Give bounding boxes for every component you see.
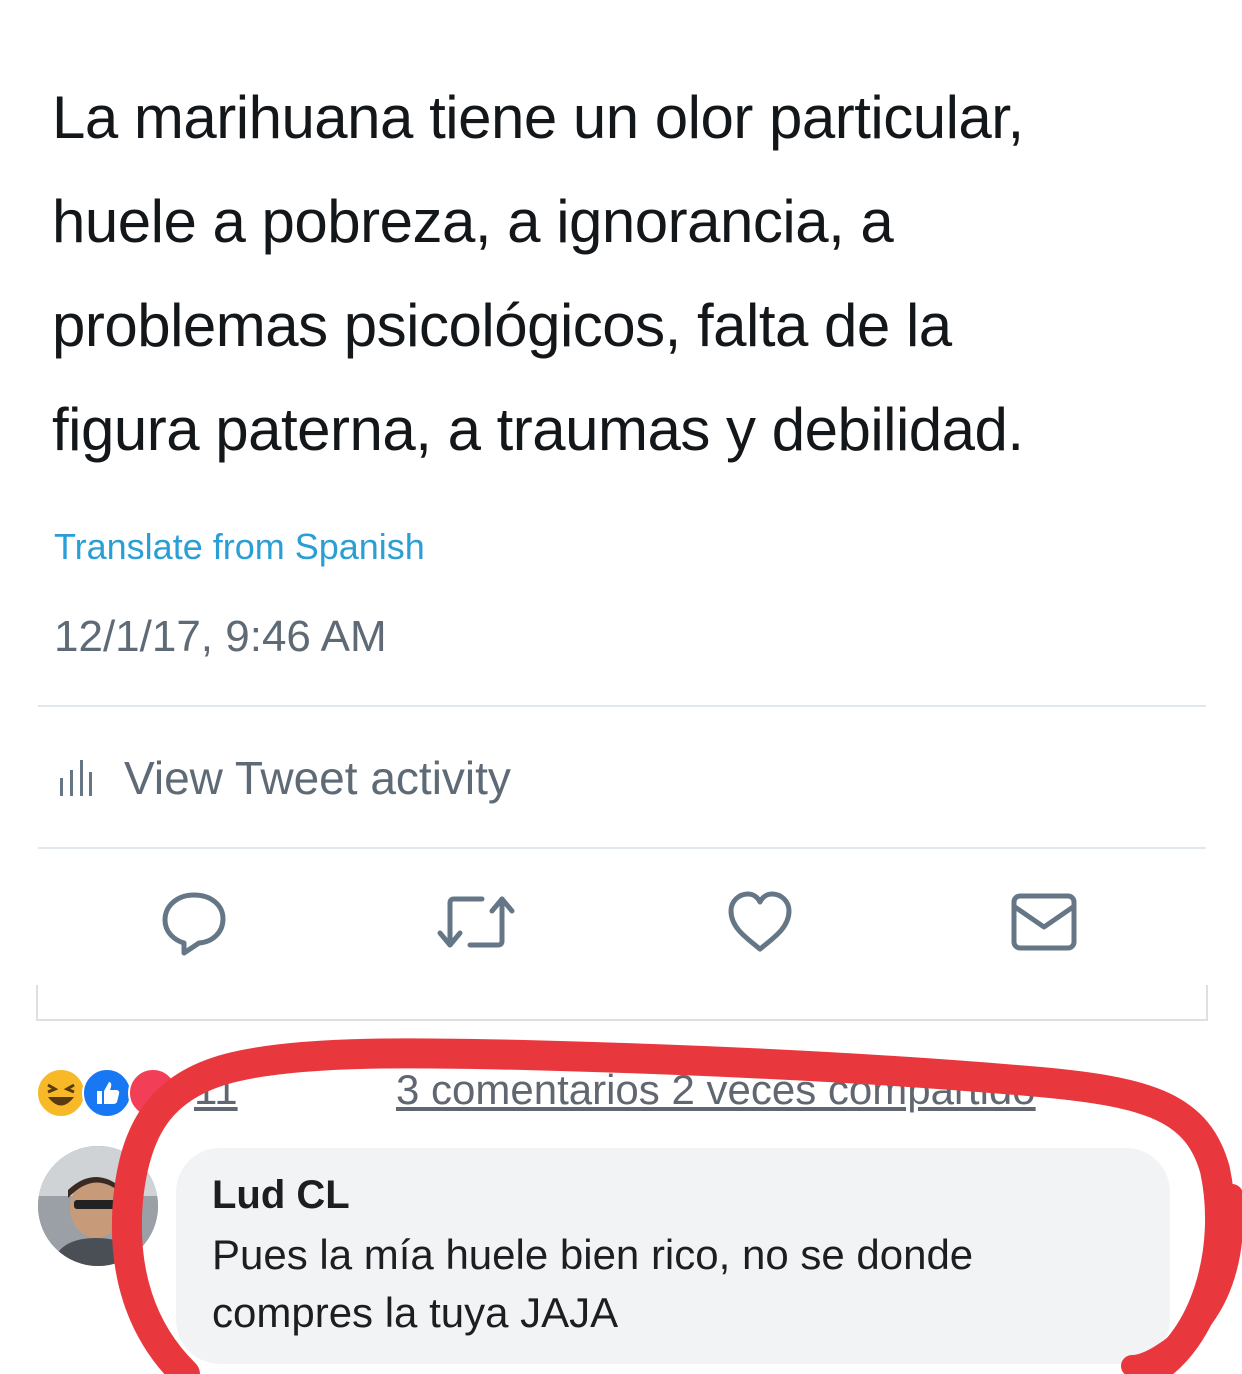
retweet-icon (436, 887, 516, 962)
tweet-text: La marihuana tiene un olor particular, h… (52, 66, 1202, 482)
envelope-icon (1009, 891, 1079, 958)
comment-text: Pues la mía huele bien rico, no se donde… (212, 1226, 1134, 1342)
comment-text-line: Pues la mía huele bien rico, no se donde (212, 1231, 974, 1278)
comments-shares-link[interactable]: 3 comentarios 2 veces compartido (396, 1066, 1036, 1114)
reaction-count[interactable]: 11 (194, 1066, 238, 1114)
tweet-text-line: huele a pobreza, a ignorancia, a (52, 188, 894, 255)
heart-icon (725, 889, 795, 960)
divider (38, 847, 1206, 849)
comment-bubble: Lud CL Pues la mía huele bien rico, no s… (176, 1148, 1170, 1364)
direct-message-button[interactable] (1006, 886, 1082, 962)
comment-author[interactable]: Lud CL (212, 1170, 1134, 1220)
like-button[interactable] (722, 886, 798, 962)
divider (38, 705, 1206, 707)
analytics-bars-icon (58, 758, 94, 798)
retweet-button[interactable] (436, 886, 516, 962)
translate-link[interactable]: Translate from Spanish (54, 526, 425, 568)
like-reaction-icon (82, 1068, 132, 1118)
tweet-text-line: figura paterna, a traumas y debilidad. (52, 396, 1024, 463)
comment-text-line: compres la tuya JAJA (212, 1289, 619, 1336)
facebook-reactions-bar: 11 3 comentarios 2 veces compartido (0, 1062, 1242, 1122)
reply-icon (159, 887, 229, 962)
view-tweet-activity-label: View Tweet activity (124, 752, 511, 804)
haha-icon (36, 1068, 86, 1118)
avatar[interactable] (38, 1146, 158, 1266)
view-tweet-activity-button[interactable]: View Tweet activity (58, 748, 511, 808)
love-icon (128, 1068, 178, 1118)
embedded-post-frame (36, 985, 1208, 1021)
tweet-text-line: La marihuana tiene un olor particular, (52, 84, 1024, 151)
tweet-text-line: problemas psicológicos, falta de la (52, 292, 952, 359)
tweet-timestamp: 12/1/17, 9:46 AM (54, 612, 387, 661)
reply-button[interactable] (156, 886, 232, 962)
